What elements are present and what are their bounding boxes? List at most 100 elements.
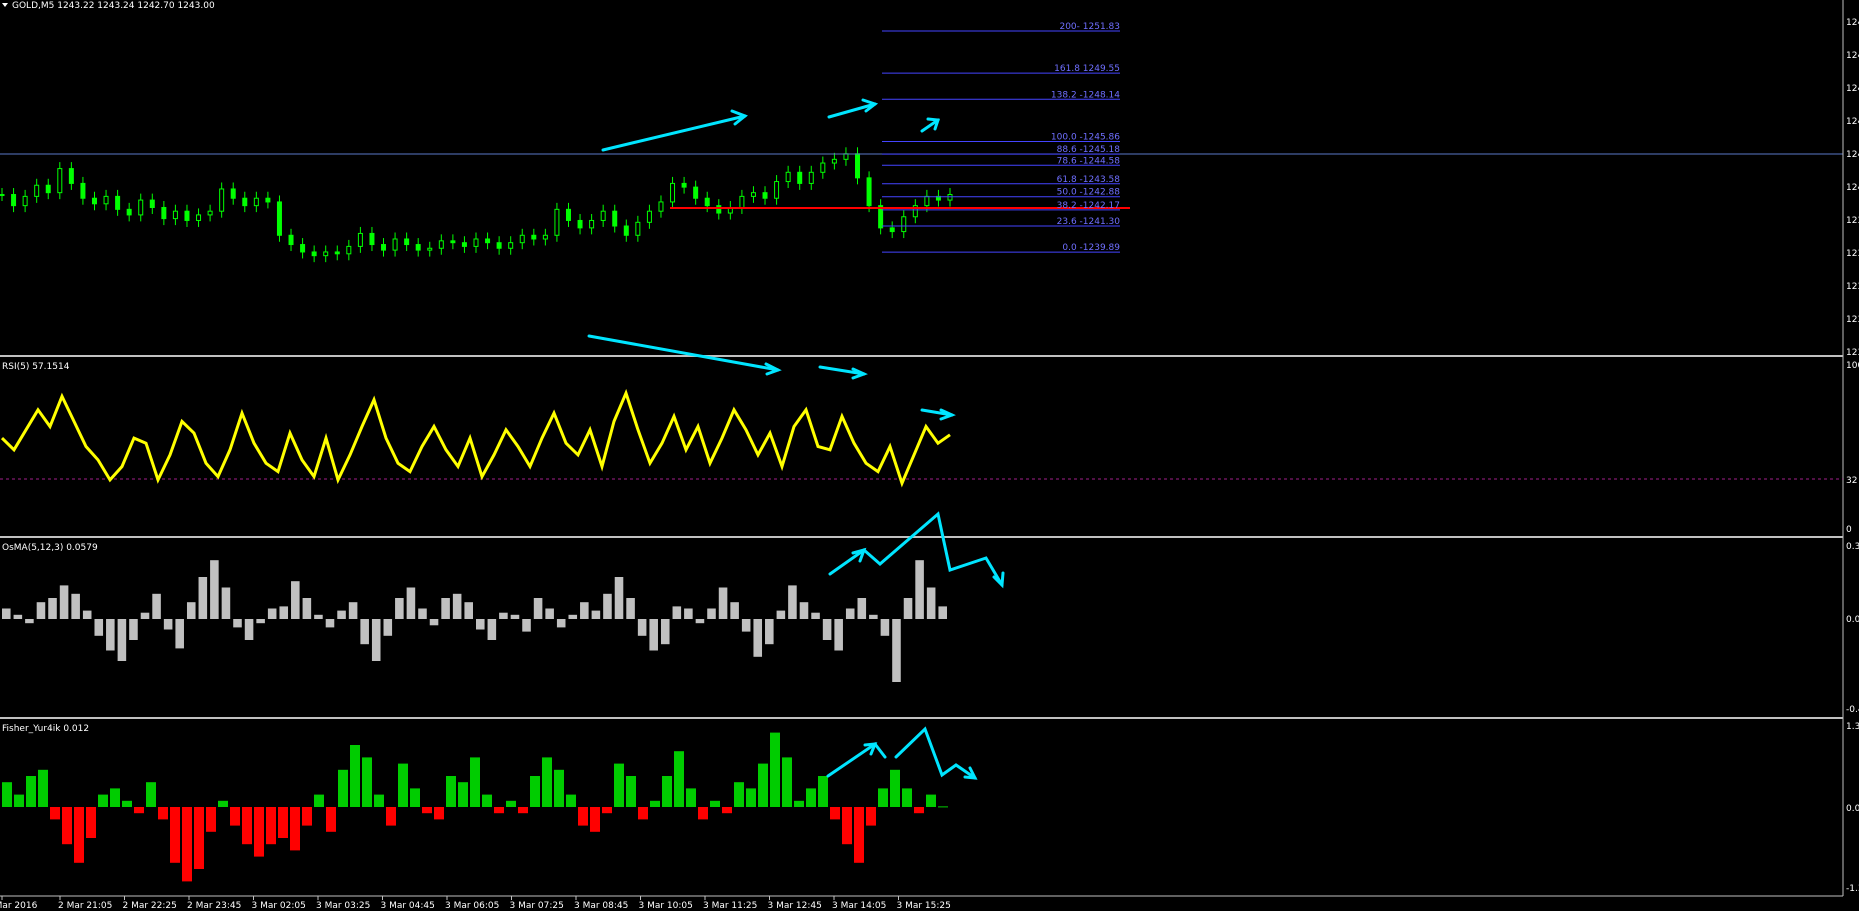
price-axis-label: 123 — [1846, 348, 1859, 358]
fisher-bar — [518, 807, 528, 814]
osma-bar — [267, 608, 277, 619]
osma-bar — [371, 619, 381, 661]
fisher-bar — [866, 807, 876, 826]
fisher-bar — [674, 751, 684, 807]
candle — [149, 199, 155, 208]
fisher-bar — [338, 769, 348, 807]
candle — [658, 201, 664, 212]
osma-bar — [533, 598, 543, 619]
candle — [704, 197, 710, 207]
trading-chart[interactable]: 200- 1251.83 161.8 1249.55 138.2 -1248.14 1… — [0, 0, 1859, 911]
osma-bar — [880, 619, 890, 636]
osma-bar — [568, 614, 578, 619]
osma-bar — [776, 610, 786, 619]
osma-bar — [36, 602, 46, 619]
osma-bar — [429, 619, 439, 626]
fib-level-label: 0.0 -1239.89 — [1062, 243, 1120, 253]
osma-bar — [406, 587, 416, 619]
osma-bar — [660, 619, 670, 645]
osma-bar — [903, 598, 913, 619]
candle — [311, 251, 317, 257]
candle — [820, 162, 826, 173]
fisher-bar — [14, 794, 24, 807]
fisher-bar — [926, 794, 936, 807]
candle — [392, 238, 398, 251]
price-axis-label: 123 — [1846, 216, 1859, 226]
candle — [80, 182, 86, 199]
fisher-bar — [74, 807, 84, 863]
candle — [196, 214, 202, 221]
fisher-bar — [470, 757, 480, 807]
fisher-bar — [458, 782, 468, 807]
candle — [253, 197, 259, 207]
osma-bar — [672, 606, 682, 619]
osma-bar — [256, 619, 265, 624]
fisher-bar — [590, 807, 600, 832]
osma-bar — [82, 610, 92, 619]
osma-bar — [591, 610, 601, 619]
fisher-bar — [566, 794, 576, 807]
candle — [866, 177, 872, 207]
candle — [554, 208, 560, 236]
osma-bar — [915, 560, 924, 619]
candle — [334, 251, 340, 255]
fib-level-label: 23.6 -1241.30 — [1057, 217, 1121, 227]
osma-bar — [291, 581, 300, 619]
time-axis-label: 3 Mar 14:05 — [832, 901, 886, 911]
rsi-axis-label: 32 — [1846, 476, 1857, 486]
osma-bar — [163, 619, 173, 630]
price-axis-label: 124 — [1846, 51, 1859, 61]
candle — [300, 244, 306, 253]
candle — [670, 182, 676, 203]
candle — [161, 206, 167, 220]
fisher-bar — [494, 807, 504, 814]
fib-level-label: 78.6 -1244.58 — [1057, 156, 1121, 166]
fisher-bar — [146, 782, 156, 807]
osma-bar — [510, 614, 520, 619]
fisher-bar — [902, 788, 912, 807]
fisher-bar — [398, 763, 408, 807]
fib-level-label: 61.8 -1243.58 — [1057, 175, 1121, 185]
price-axis-label: 124 — [1846, 117, 1859, 127]
fisher-bar — [386, 807, 396, 826]
rsi-axis-label: 100 — [1846, 361, 1859, 371]
candle — [357, 232, 363, 247]
fisher-bar — [206, 807, 216, 832]
candle — [91, 197, 97, 205]
time-axis-label: 3 Mar 06:05 — [445, 901, 499, 911]
price-axis-label: 124 — [1846, 183, 1859, 193]
fisher-bar — [602, 807, 612, 814]
fisher-bar — [434, 807, 444, 820]
fisher-bar — [542, 757, 552, 807]
time-axis-label: 3 Mar 12:45 — [768, 901, 822, 911]
osma-bar — [892, 619, 901, 682]
osma-bar — [233, 619, 242, 628]
fisher-bar — [350, 745, 360, 807]
osma-bar — [753, 619, 763, 657]
candle — [577, 219, 583, 229]
osma-bar — [822, 619, 832, 640]
fisher-bar — [626, 776, 636, 807]
fisher-bar — [326, 807, 336, 832]
osma-bar — [59, 585, 69, 619]
fisher-bar — [506, 800, 516, 807]
osma-bar — [337, 610, 346, 619]
price-axis-label: 123 — [1846, 249, 1859, 259]
osma-bar — [938, 606, 947, 619]
fisher-bar — [554, 769, 564, 807]
osma-bar — [360, 619, 369, 645]
candle — [542, 234, 548, 240]
osma-bar — [418, 608, 427, 619]
fisher-bar — [938, 806, 948, 808]
fisher-bar — [530, 776, 540, 807]
fisher-bar — [278, 807, 288, 838]
osma-bar — [614, 577, 624, 619]
fisher-bar — [878, 788, 888, 807]
candle — [693, 186, 699, 199]
candle — [739, 195, 745, 208]
fisher-bar — [482, 794, 492, 807]
osma-bar — [175, 619, 184, 649]
candle — [103, 195, 109, 205]
candle — [716, 205, 722, 214]
osma-bar — [869, 614, 878, 619]
